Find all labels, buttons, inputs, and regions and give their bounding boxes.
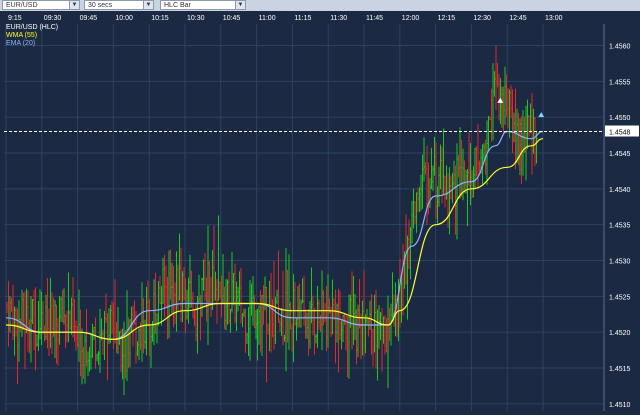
x-tick-label: 13:00 — [545, 15, 563, 22]
symbol-value: EUR/USD — [6, 2, 38, 9]
x-tick-label: 10:15 — [151, 15, 169, 22]
x-tick-label: 12:45 — [509, 15, 527, 22]
legend-item: EUR/USD (HLC) — [6, 24, 58, 31]
x-tick-label: 12:00 — [402, 15, 420, 22]
legend-item: EMA (20) — [6, 40, 35, 47]
y-tick-label: 1.4515 — [609, 366, 631, 373]
y-tick-label: 1.4520 — [609, 330, 631, 337]
x-tick-label: 12:15 — [438, 15, 456, 22]
y-tick-label: 1.4555 — [609, 79, 631, 86]
y-tick-label: 1.4540 — [609, 187, 631, 194]
x-tick-label: 09:45 — [80, 15, 98, 22]
x-tick-label: 11:15 — [294, 15, 311, 22]
chart-type-selector[interactable]: HLC Bar ▼ — [160, 0, 246, 10]
y-tick-label: 1.4550 — [609, 115, 631, 122]
y-tick-label: 1.4545 — [609, 151, 631, 158]
x-tick-label: 11:45 — [366, 15, 383, 22]
x-tick-label: 11:30 — [330, 15, 347, 22]
x-tick-label: 10:30 — [187, 15, 205, 22]
chart-toolbar: EUR/USD ▼ 30 secs ▼ HLC Bar ▼ — [0, 0, 640, 11]
chart-window: EUR/USD ▼ 30 secs ▼ HLC Bar ▼ 9:15 09:30 0… — [0, 0, 640, 415]
x-tick-label: 12:30 — [473, 15, 491, 22]
x-tick-label: 11:00 — [259, 15, 276, 22]
y-tick-label: 1.4535 — [609, 223, 631, 230]
current-price-label: 1.4548 — [609, 130, 631, 137]
symbol-selector[interactable]: EUR/USD ▼ — [2, 0, 80, 10]
x-tick-label: 9:15 — [8, 15, 22, 22]
chart-type-value: HLC Bar — [164, 2, 191, 9]
y-tick-label: 1.4560 — [609, 44, 631, 51]
y-tick-label: 1.4510 — [609, 402, 631, 409]
x-tick-label: 10:45 — [223, 15, 241, 22]
x-tick-label: 10:00 — [115, 15, 133, 22]
legend-item: WMA (55) — [6, 32, 37, 39]
y-tick-label: 1.4525 — [609, 294, 631, 301]
x-tick-label: 09:30 — [44, 15, 62, 22]
chevron-down-icon[interactable]: ▼ — [69, 1, 79, 9]
price-chart[interactable]: 9:15 09:30 09:45 10:00 10:15 10:30 10:45 11:00 1… — [0, 11, 640, 415]
chevron-down-icon[interactable]: ▼ — [143, 1, 153, 9]
y-tick-label: 1.4530 — [609, 259, 631, 266]
chevron-down-icon[interactable]: ▼ — [235, 1, 245, 9]
interval-value: 30 secs — [88, 2, 113, 9]
interval-selector[interactable]: 30 secs ▼ — [84, 0, 154, 10]
